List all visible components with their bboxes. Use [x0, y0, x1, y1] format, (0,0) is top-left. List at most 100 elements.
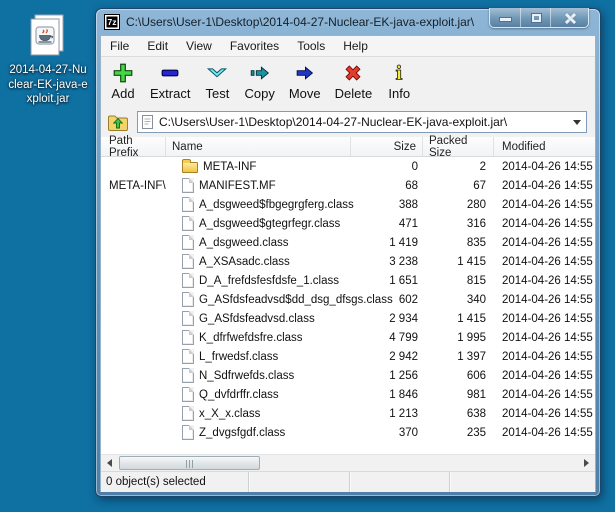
table-row[interactable]: Q_dvfdrffr.class 1 846 981 2014-04-26 14… — [101, 385, 595, 404]
cell-size: 1 846 — [351, 389, 423, 401]
menu-help[interactable]: Help — [334, 37, 377, 55]
file-name: A_dsgweed$fbgegrgferg.class — [199, 199, 354, 211]
file-icon — [182, 368, 194, 383]
cell-modified: 2014-04-26 14:55 — [494, 256, 595, 268]
desktop-icon-jar[interactable]: 2014-04-27-Nuclear-EK-java-exploit.jar — [6, 12, 90, 107]
table-row[interactable]: D_A_frefdsfesfdsfe_1.class 1 651 815 201… — [101, 271, 595, 290]
test-button[interactable]: Test — [197, 59, 237, 101]
scroll-left-button[interactable] — [101, 455, 118, 471]
table-row[interactable]: N_Sdfrwefds.class 1 256 606 2014-04-26 1… — [101, 366, 595, 385]
cell-modified: 2014-04-26 14:55 — [494, 218, 595, 230]
info-i-icon: i — [386, 61, 412, 85]
scrollbar-thumb[interactable] — [119, 456, 260, 470]
up-one-level-button[interactable] — [106, 111, 130, 133]
file-icon — [182, 349, 194, 364]
cell-packed-size: 67 — [423, 180, 494, 192]
column-header-modified[interactable]: Modified — [494, 137, 595, 156]
cell-name: G_ASfdsfeadvsd$dd_dsg_dfsgs.class — [166, 292, 351, 307]
table-row[interactable]: A_dsgweed.class 1 419 835 2014-04-26 14:… — [101, 233, 595, 252]
file-name: Z_dvgsfgdf.class — [199, 427, 285, 439]
horizontal-scrollbar[interactable] — [101, 454, 595, 471]
maximize-button[interactable] — [520, 8, 550, 27]
table-row[interactable]: META-INF 0 2 2014-04-26 14:55 — [101, 157, 595, 176]
cell-modified: 2014-04-26 14:55 — [494, 408, 595, 420]
toolbar: Add Extract Test Copy — [101, 57, 595, 107]
table-row[interactable]: G_ASfdsfeadvsd$dd_dsg_dfsgs.class 602 34… — [101, 290, 595, 309]
folder-icon — [182, 162, 198, 173]
cell-name: x_X_x.class — [166, 406, 351, 421]
extract-minus-icon — [157, 61, 183, 85]
cell-name: Z_dvgsfgdf.class — [166, 425, 351, 440]
cell-path-prefix: META-INF\ — [101, 180, 166, 192]
table-row[interactable]: L_frwedsf.class 2 942 1 397 2014-04-26 1… — [101, 347, 595, 366]
column-header-path-prefix[interactable]: Path Prefix — [101, 137, 166, 156]
file-icon — [182, 178, 194, 193]
add-button[interactable]: Add — [103, 59, 143, 101]
status-cell-2 — [249, 472, 350, 492]
column-header-size[interactable]: Size — [351, 137, 423, 156]
file-icon — [182, 235, 194, 250]
arrow-left-icon — [107, 459, 112, 467]
file-name: D_A_frefdsfesfdsfe_1.class — [199, 275, 339, 287]
copy-button[interactable]: Copy — [237, 59, 281, 101]
table-row[interactable]: G_ASfdsfeadvsd.class 2 934 1 415 2014-04… — [101, 309, 595, 328]
address-path: C:\Users\User-1\Desktop\2014-04-27-Nucle… — [159, 115, 569, 129]
file-name: A_dsgweed.class — [199, 237, 289, 249]
table-row[interactable]: A_dsgweed$fbgegrgferg.class 388 280 2014… — [101, 195, 595, 214]
cell-packed-size: 638 — [423, 408, 494, 420]
add-plus-icon — [110, 61, 136, 85]
cell-size: 1 256 — [351, 370, 423, 382]
column-header-name[interactable]: Name — [166, 137, 351, 156]
address-combobox[interactable]: C:\Users\User-1\Desktop\2014-04-27-Nucle… — [137, 111, 587, 133]
cell-name: D_A_frefdsfesfdsfe_1.class — [166, 273, 351, 288]
file-icon — [182, 254, 194, 269]
extract-button[interactable]: Extract — [143, 59, 197, 101]
cell-packed-size: 1 415 — [423, 256, 494, 268]
cell-packed-size: 1 415 — [423, 313, 494, 325]
cell-packed-size: 1 995 — [423, 332, 494, 344]
minimize-button[interactable] — [490, 8, 520, 27]
menu-view[interactable]: View — [177, 37, 221, 55]
menu-tools[interactable]: Tools — [288, 37, 334, 55]
address-dropdown-button[interactable] — [569, 120, 584, 125]
title-bar[interactable]: 7z C:\Users\User-1\Desktop\2014-04-27-Nu… — [100, 9, 596, 35]
cell-modified: 2014-04-26 14:55 — [494, 161, 595, 173]
table-row[interactable]: x_X_x.class 1 213 638 2014-04-26 14:55 — [101, 404, 595, 423]
cell-size: 2 934 — [351, 313, 423, 325]
file-name: Q_dvfdrffr.class — [199, 389, 279, 401]
svg-text:i: i — [396, 63, 403, 84]
file-icon — [182, 197, 194, 212]
table-row[interactable]: A_dsgweed$gtegrfegr.class 471 316 2014-0… — [101, 214, 595, 233]
delete-button[interactable]: Delete — [328, 59, 380, 101]
move-arrow-icon — [292, 61, 318, 85]
cell-packed-size: 340 — [423, 294, 494, 306]
close-button[interactable] — [550, 8, 588, 27]
cell-size: 0 — [351, 161, 423, 173]
cell-packed-size: 606 — [423, 370, 494, 382]
cell-name: G_ASfdsfeadvsd.class — [166, 311, 351, 326]
table-row[interactable]: Z_dvgsfgdf.class 370 235 2014-04-26 14:5… — [101, 423, 595, 442]
minimize-icon — [500, 18, 511, 21]
menu-favorites[interactable]: Favorites — [221, 37, 288, 55]
cell-size: 4 799 — [351, 332, 423, 344]
menu-edit[interactable]: Edit — [138, 37, 177, 55]
file-name: G_ASfdsfeadvsd.class — [199, 313, 315, 325]
caption-buttons — [489, 8, 589, 28]
cell-size: 1 419 — [351, 237, 423, 249]
cell-modified: 2014-04-26 14:55 — [494, 389, 595, 401]
file-name: META-INF — [203, 161, 256, 173]
table-row[interactable]: META-INF\ MANIFEST.MF 68 67 2014-04-26 1… — [101, 176, 595, 195]
menu-file[interactable]: File — [101, 37, 138, 55]
cell-modified: 2014-04-26 14:55 — [494, 199, 595, 211]
cell-size: 370 — [351, 427, 423, 439]
cell-size: 1 651 — [351, 275, 423, 287]
cell-size: 388 — [351, 199, 423, 211]
delete-x-icon — [340, 61, 366, 85]
cell-packed-size: 981 — [423, 389, 494, 401]
table-row[interactable]: K_dfrfwefdsfre.class 4 799 1 995 2014-04… — [101, 328, 595, 347]
move-button[interactable]: Move — [282, 59, 328, 101]
column-header-packed-size[interactable]: Packed Size — [423, 137, 494, 156]
scroll-right-button[interactable] — [578, 455, 595, 471]
table-row[interactable]: A_XSAsadc.class 3 238 1 415 2014-04-26 1… — [101, 252, 595, 271]
info-button[interactable]: i Info — [379, 59, 419, 101]
